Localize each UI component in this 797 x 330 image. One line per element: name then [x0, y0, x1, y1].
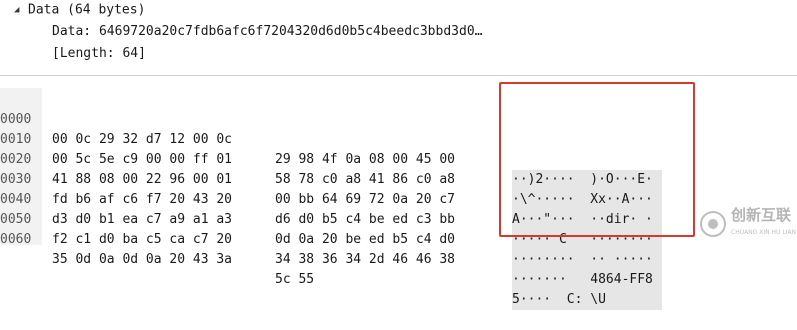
hex-bytes-second-half[interactable]: 29 98 4f 0a 08 00 45 00	[275, 150, 455, 170]
hex-row[interactable]: 0000 00 0c 29 32 d7 12 00 0c 29 98 4f 0a…	[0, 90, 662, 190]
watermark-logo-icon	[700, 211, 726, 237]
data-node-label: Data (64 bytes)	[28, 2, 146, 18]
hex-bytes-first-half[interactable]: d3 d0 b1 ea c7 a9 a1 a3	[52, 210, 232, 230]
watermark: 创新互联 CHUANG XIN HU LIAN	[700, 207, 797, 241]
ascii-text[interactable]: ········ ·· ·····	[512, 250, 662, 270]
ascii-text[interactable]: ······· 4864-FF8	[512, 270, 662, 290]
hex-row[interactable]: 0050 f2 c1 d0 ba c5 ca c7 20 34 38 36 34…	[0, 190, 662, 290]
hex-row[interactable]: 0020 41 88 08 00 22 96 00 01 00 bb 64 69…	[0, 130, 662, 230]
packet-bytes-pane[interactable]: 0000 00 0c 29 32 d7 12 00 0c 29 98 4f 0a…	[0, 82, 797, 310]
length-field-row[interactable]: [Length: 64]	[52, 44, 146, 64]
hex-bytes-second-half[interactable]: d6 d0 b5 c4 be ed c3 bb	[275, 210, 455, 230]
watermark-title: 创新互联	[731, 206, 792, 224]
pane-divider[interactable]	[0, 75, 797, 76]
hex-bytes-first-half[interactable]: fd b6 af c6 f7 20 43 20	[52, 190, 232, 210]
watermark-text: 创新互联 CHUANG XIN HU LIAN	[731, 208, 796, 240]
hex-bytes-first-half[interactable]: f2 c1 d0 ba c5 ca c7 20	[52, 230, 232, 250]
packet-details-tree: ◢ Data (64 bytes) Data: 6469720a20c7fdb6a…	[0, 0, 797, 68]
hex-row[interactable]: 0030 fd b6 af c6 f7 20 43 20 d6 d0 b5 c4…	[0, 150, 662, 250]
data-tree-node[interactable]: ◢ Data (64 bytes)	[14, 0, 145, 20]
length-field-value: [Length: 64]	[52, 46, 146, 61]
hex-bytes-first-half[interactable]: 00 0c 29 32 d7 12 00 0c	[52, 130, 232, 150]
hex-bytes-first-half[interactable]: 41 88 08 00 22 96 00 01	[52, 170, 232, 190]
hex-row[interactable]: 0010 00 5c 5e c9 00 00 ff 01 58 78 c0 a8…	[0, 110, 662, 210]
hex-row[interactable]: 0060 35 0d 0a 0d 0a 20 43 3a 5c 55 5····…	[0, 210, 662, 310]
hex-bytes-second-half[interactable]: 00 bb 64 69 72 0a 20 c7	[275, 190, 455, 210]
hex-bytes-second-half[interactable]: 5c 55	[275, 270, 314, 290]
hex-row[interactable]: 0040 d3 d0 b1 ea c7 a9 a1 a3 0d 0a 20 be…	[0, 170, 662, 270]
ascii-highlight-box	[499, 82, 695, 237]
hex-bytes-first-half[interactable]: 35 0d 0a 0d 0a 20 43 3a	[52, 250, 232, 270]
watermark-subtitle: CHUANG XIN HU LIAN	[731, 229, 797, 236]
hex-offset: 0060	[0, 232, 32, 247]
data-field-value: Data: 6469720a20c7fdb6afc6f7204320d6d0b5…	[52, 24, 483, 39]
hex-bytes-second-half[interactable]: 0d 0a 20 be ed b5 c4 d0	[275, 230, 455, 250]
collapse-triangle-icon[interactable]: ◢	[14, 0, 24, 20]
hex-bytes-second-half[interactable]: 34 38 36 34 2d 46 46 38	[275, 250, 455, 270]
hex-bytes-first-half[interactable]: 00 5c 5e c9 00 00 ff 01	[52, 150, 232, 170]
data-field-row[interactable]: Data: 6469720a20c7fdb6afc6f7204320d6d0b5…	[52, 22, 482, 42]
ascii-text[interactable]: 5···· C: \U	[512, 290, 662, 310]
hex-bytes-second-half[interactable]: 58 78 c0 a8 41 86 c0 a8	[275, 170, 455, 190]
